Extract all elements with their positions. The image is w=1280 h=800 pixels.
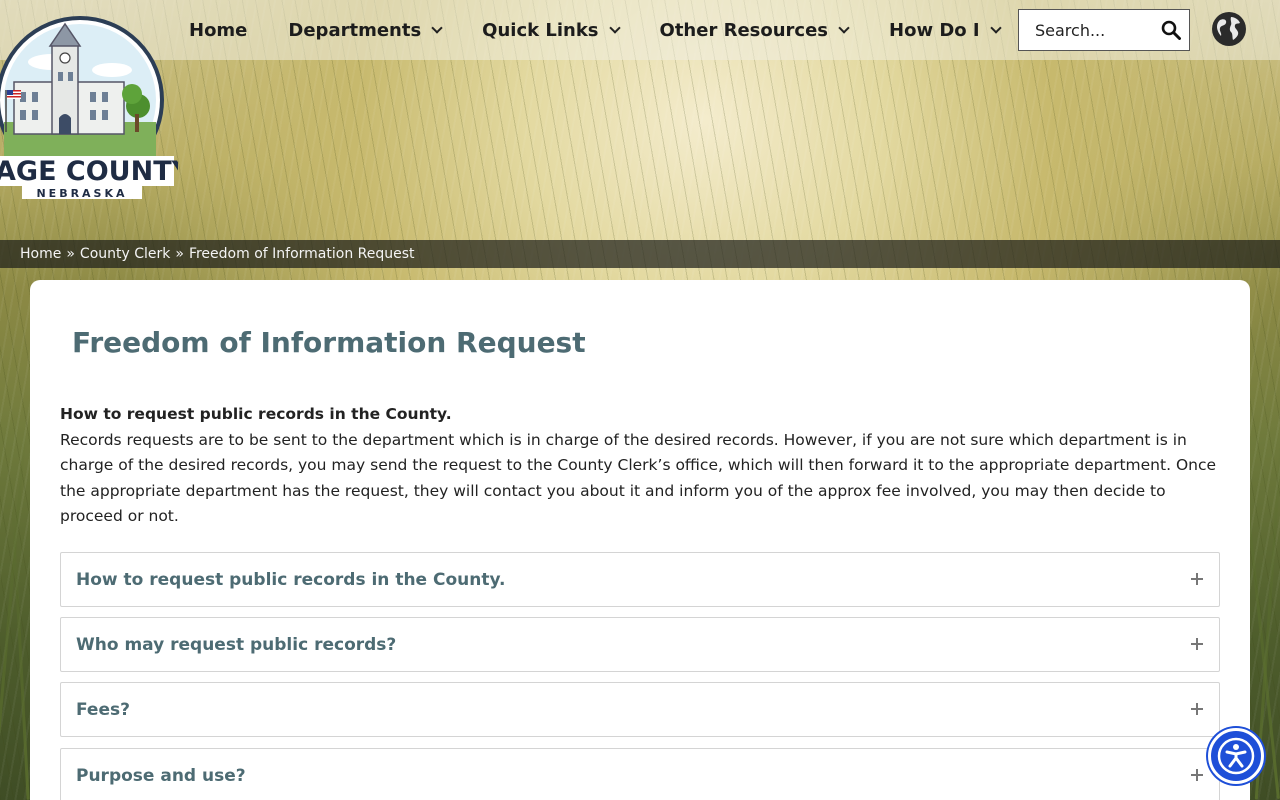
- nav-home[interactable]: Home: [189, 20, 247, 41]
- search-box: [1018, 9, 1190, 51]
- content-card: Freedom of Information Request How to re…: [30, 280, 1250, 800]
- plus-icon: [1191, 638, 1203, 650]
- nav-how-do-i[interactable]: How Do I: [889, 19, 1002, 41]
- nav-how-do-i-label: How Do I: [889, 19, 980, 41]
- accordion-item-purpose-and-use[interactable]: Purpose and use?: [60, 748, 1220, 800]
- nav-other-resources-label: Other Resources: [659, 19, 829, 41]
- nav-departments-label: Departments: [288, 19, 422, 41]
- accordion-label: Who may request public records?: [76, 634, 397, 655]
- globe-icon[interactable]: [1211, 11, 1247, 47]
- accessibility-button[interactable]: [1208, 728, 1264, 784]
- accordion-item-who-may-request[interactable]: Who may request public records?: [60, 617, 1220, 672]
- main-nav: Home Departments Quick Links Other Resou…: [189, 0, 1041, 60]
- accordion-item-fees[interactable]: Fees?: [60, 682, 1220, 737]
- breadcrumb-home[interactable]: Home: [20, 246, 61, 262]
- plus-icon: [1191, 573, 1203, 585]
- nav-quick-links[interactable]: Quick Links: [482, 19, 621, 41]
- nav-home-label: Home: [189, 19, 248, 41]
- page-title: Freedom of Information Request: [72, 326, 586, 359]
- top-navigation-bar: Home Departments Quick Links Other Resou…: [0, 0, 1280, 60]
- accordion-label: How to request public records in the Cou…: [76, 569, 506, 590]
- breadcrumb-separator: »: [175, 246, 184, 262]
- chevron-down-icon: [608, 21, 621, 34]
- accordion-label: Purpose and use?: [76, 765, 246, 786]
- plus-icon: [1191, 769, 1203, 781]
- breadcrumb-current: Freedom of Information Request: [188, 246, 415, 262]
- nav-departments[interactable]: Departments: [288, 19, 443, 41]
- chevron-down-icon: [989, 21, 1002, 34]
- intro-heading: How to request public records in the Cou…: [60, 405, 452, 423]
- search-input[interactable]: [1019, 11, 1157, 49]
- breadcrumb-separator: »: [66, 246, 75, 262]
- county-logo[interactable]: GAGE COUNTY NEBRASKA: [0, 10, 178, 200]
- logo-subtext: NEBRASKA: [36, 187, 127, 200]
- breadcrumb-county-clerk[interactable]: County Clerk: [80, 246, 170, 262]
- search-icon[interactable]: [1161, 20, 1181, 40]
- chevron-down-icon: [431, 21, 443, 34]
- intro-section: How to request public records in the Cou…: [60, 402, 1220, 530]
- breadcrumb: Home » County Clerk » Freedom of Informa…: [0, 240, 1280, 268]
- chevron-down-icon: [838, 21, 850, 34]
- plus-icon: [1191, 703, 1203, 715]
- logo-wordmark: GAGE COUNTY: [0, 156, 178, 187]
- nav-quick-links-label: Quick Links: [482, 19, 599, 41]
- accessibility-icon: [1217, 737, 1255, 775]
- accordion-item-how-to-request[interactable]: How to request public records in the Cou…: [60, 552, 1220, 607]
- intro-text: Records requests are to be sent to the d…: [60, 430, 1217, 526]
- nav-other-resources[interactable]: Other Resources: [659, 19, 850, 41]
- accordion-label: Fees?: [76, 699, 130, 720]
